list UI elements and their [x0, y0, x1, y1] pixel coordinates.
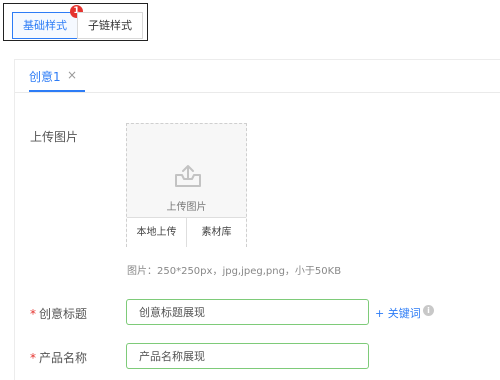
title-field-label: * 创意标题	[30, 305, 87, 322]
upload-box-text: 上传图片	[166, 202, 207, 213]
product-name-input[interactable]	[126, 343, 369, 369]
add-keyword-link[interactable]: + 关键词	[375, 305, 421, 321]
tab-creative-1[interactable]: 创意1	[29, 68, 61, 85]
tab-basic-style[interactable]: 基础样式	[12, 12, 78, 39]
image-upload-area[interactable]: 上传图片 本地上传 素材库	[126, 123, 247, 247]
upload-tray-icon	[175, 165, 201, 187]
upload-label: 上传图片	[30, 130, 79, 144]
required-mark: *	[30, 307, 36, 321]
local-upload-button[interactable]: 本地上传	[127, 218, 187, 247]
required-mark: *	[30, 351, 36, 365]
material-library-button[interactable]: 素材库	[187, 218, 246, 247]
upload-hint: 图片：250*250px，jpg,jpeg,png，小于50KB	[127, 266, 342, 277]
product-label-text: 产品名称	[39, 351, 88, 365]
tab-sub-link-style-label: 子链样式	[88, 19, 132, 32]
tab-sub-link-style[interactable]: 子链样式	[77, 12, 143, 39]
creative-title-input[interactable]	[126, 299, 369, 325]
upload-actions: 本地上传 素材库	[127, 217, 246, 247]
info-icon[interactable]: i	[423, 305, 434, 316]
title-label-text: 创意标题	[39, 307, 88, 321]
tab-basic-style-label: 基础样式	[23, 19, 67, 32]
active-tab-indicator	[29, 90, 85, 92]
creative-tab-bar: 创意1 ×	[15, 60, 500, 93]
creative-panel: 创意1 ×	[14, 59, 500, 380]
product-field-label: * 产品名称	[30, 349, 87, 366]
style-tab-group: 基础样式 1 子链样式	[3, 3, 148, 41]
close-icon[interactable]: ×	[67, 68, 77, 82]
